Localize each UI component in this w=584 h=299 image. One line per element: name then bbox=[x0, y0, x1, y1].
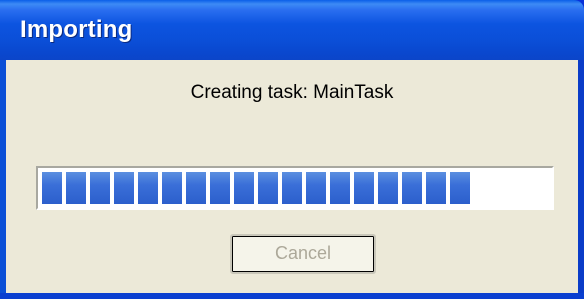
progress-block bbox=[258, 172, 278, 204]
progress-block bbox=[402, 172, 422, 204]
progress-block bbox=[114, 172, 134, 204]
progress-block bbox=[186, 172, 206, 204]
status-message: Creating task: MainTask bbox=[190, 82, 394, 103]
window-frame-bottom bbox=[0, 293, 584, 299]
import-dialog-window: Importing Creating task: MainTask Cancel bbox=[0, 0, 584, 299]
progress-block bbox=[90, 172, 110, 204]
progress-block bbox=[450, 172, 470, 204]
progress-block bbox=[330, 172, 350, 204]
progress-block bbox=[210, 172, 230, 204]
progress-block bbox=[234, 172, 254, 204]
progress-block bbox=[282, 172, 302, 204]
window-frame-right bbox=[578, 60, 584, 293]
progress-block bbox=[66, 172, 86, 204]
progress-block bbox=[426, 172, 446, 204]
progress-block bbox=[306, 172, 326, 204]
dialog-client-area: Creating task: MainTask Cancel bbox=[6, 60, 578, 293]
progress-block bbox=[162, 172, 182, 204]
progress-bar bbox=[36, 166, 554, 210]
progress-track bbox=[42, 172, 548, 204]
progress-block bbox=[354, 172, 374, 204]
title-bar[interactable]: Importing bbox=[0, 0, 584, 60]
cancel-button[interactable]: Cancel bbox=[230, 234, 376, 274]
progress-block bbox=[42, 172, 62, 204]
progress-block bbox=[138, 172, 158, 204]
progress-block bbox=[378, 172, 398, 204]
progress-fill bbox=[42, 172, 470, 204]
window-title: Importing bbox=[20, 16, 133, 43]
